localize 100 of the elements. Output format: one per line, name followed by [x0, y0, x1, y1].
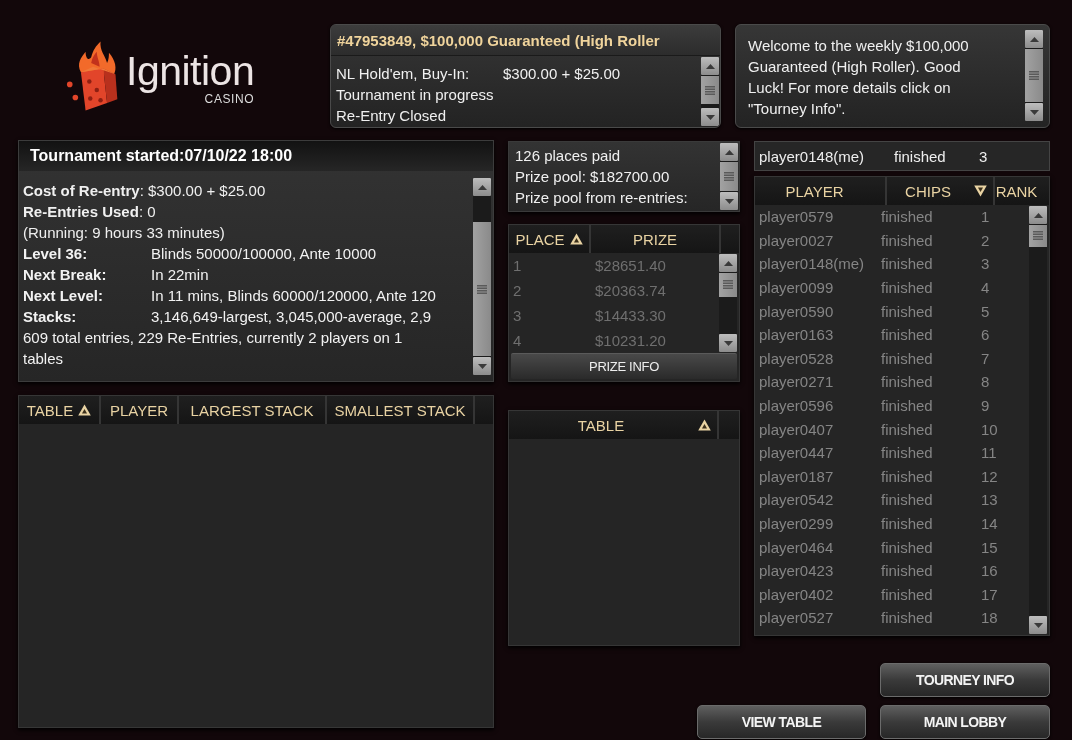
scrollbar-thumb[interactable]: [473, 222, 491, 356]
chips-cell-text: finished: [881, 279, 934, 297]
rank-cell-text: 17: [981, 585, 999, 603]
scrollbar-thumb[interactable]: [1025, 49, 1043, 102]
player-name: player0148(me): [759, 147, 866, 165]
scrollbar[interactable]: [473, 178, 491, 375]
welcome-message: Welcome to the weekly $100,000 Guaranteed (High Roller). Good Luck! For more details click on "Tourney Info".: [748, 36, 970, 119]
column-header[interactable]: PLACE: [509, 225, 589, 253]
column-header[interactable]: PLAYER: [755, 177, 885, 205]
view-table-button[interactable]: VIEW TABLE: [697, 705, 866, 739]
rank-cell-text: 2: [981, 231, 991, 249]
scroll-up-button[interactable]: [1025, 30, 1043, 48]
player-name-cell-text: player0407: [759, 420, 835, 438]
rank-cell-text: 7: [981, 349, 991, 367]
chips-cell-text: finished: [881, 231, 934, 249]
player-name-cell-text: player0447: [759, 444, 835, 462]
scrollbar[interactable]: [1025, 30, 1043, 121]
prize-summary-line: Prize pool from re-entries:: [515, 188, 689, 208]
caret-up-icon: [1029, 36, 1039, 42]
rank-cell-text: 6: [981, 326, 991, 344]
scrollbar[interactable]: [701, 57, 719, 126]
chips-cell-text: finished: [881, 255, 934, 273]
column-header[interactable]: PRIZE: [591, 225, 719, 253]
info-line: Cost of Re-entry: $300.00 + $25.00: [23, 181, 267, 201]
caret-up-icon: [724, 149, 734, 155]
scrollbar[interactable]: [1029, 206, 1047, 634]
prize-cell-text: $20363.74: [595, 282, 667, 299]
scrollbar-thumb[interactable]: [719, 273, 737, 297]
info-line: (Running: 9 hours 33 minutes): [23, 223, 226, 243]
logo-tagline: CASINO: [204, 92, 255, 106]
detail-label: Stacks:: [23, 307, 78, 327]
caret-up-icon: [705, 63, 715, 69]
info-value: $300.00 + $25.00: [503, 64, 622, 84]
player-name-cell-text: player0528: [759, 349, 835, 367]
chips-cell-text: finished: [881, 420, 934, 438]
prize-cell-text: $28651.40: [595, 257, 667, 274]
rank-cell-text: 14: [981, 515, 999, 532]
scrollbar-thumb[interactable]: [720, 162, 738, 191]
detail-value: In 11 mins, Blinds 60000/120000, Ante 120: [151, 286, 437, 306]
player-name-cell-text: player0163: [759, 326, 835, 344]
detail-value: Blinds 50000/100000, Ante 10000: [151, 244, 378, 264]
grip-lines-icon: [724, 172, 734, 181]
column-header[interactable]: RANK: [995, 177, 1049, 205]
scroll-down-button[interactable]: [720, 192, 738, 210]
rank-cell-text: 1: [981, 208, 991, 226]
caret-down-icon: [1029, 109, 1039, 115]
rank-cell-text: 18: [981, 609, 999, 627]
scroll-up-button[interactable]: [719, 254, 737, 272]
rank-cell-text: 11: [981, 444, 998, 462]
column-header[interactable]: TABLE: [509, 411, 717, 439]
empty-column-header: [475, 396, 493, 424]
prize-summary-line: 126 places paid: [515, 146, 622, 166]
column-header[interactable]: LARGEST STACK: [179, 396, 325, 424]
rank-cell-text: 15: [981, 538, 999, 556]
scrollbar-thumb[interactable]: [1029, 225, 1047, 247]
detail-value: In 22min: [151, 265, 210, 285]
player-name-cell-text: player0187: [759, 467, 835, 485]
rank-cell-text: 16: [981, 562, 999, 580]
prize-cell-text: $10231.20: [595, 332, 667, 349]
scrollbar[interactable]: [720, 143, 738, 210]
player-name-cell-text: player0299: [759, 515, 835, 532]
scroll-down-button[interactable]: [1029, 616, 1047, 634]
chips-cell-text: finished: [881, 302, 934, 320]
detail-value: 3,146,649-largest, 3,045,000-average, 2,9: [151, 307, 433, 327]
prize-info-button[interactable]: PRIZE INFO: [511, 353, 737, 379]
scroll-down-button[interactable]: [473, 357, 491, 375]
rank-cell-text: 12: [981, 467, 999, 485]
info-line: Re-Entries Used: 0: [23, 202, 157, 222]
place-cell-text: 3: [513, 307, 523, 324]
chips-cell-text: finished: [881, 515, 934, 532]
grip-lines-icon: [1029, 71, 1039, 80]
main-lobby-button[interactable]: MAIN LOBBY: [880, 705, 1050, 739]
scroll-down-button[interactable]: [1025, 103, 1043, 121]
scroll-up-button[interactable]: [473, 178, 491, 196]
scroll-up-button[interactable]: [1029, 206, 1047, 224]
rank-cell-text: 3: [981, 255, 991, 273]
column-header[interactable]: PLAYER: [101, 396, 177, 424]
detail-label: Next Break:: [23, 265, 108, 285]
caret-down-icon: [723, 340, 733, 346]
player-name-cell-text: player0542: [759, 491, 835, 509]
column-header[interactable]: CHIPS: [887, 177, 993, 205]
column-header[interactable]: SMALLEST STACK: [327, 396, 473, 424]
scroll-down-button[interactable]: [719, 334, 737, 352]
rank-cell-text: 9: [981, 397, 991, 415]
player-name-cell-text: player0148(me): [759, 255, 866, 273]
player-name-cell-text: player0402: [759, 585, 835, 603]
player-name-cell-text: player0423: [759, 562, 835, 580]
scroll-down-button[interactable]: [701, 108, 719, 126]
chips-cell-text: finished: [881, 467, 934, 485]
rank-cell-text: 8: [981, 373, 991, 391]
prize-cell-text: $14433.30: [595, 307, 667, 324]
tourney-info-button[interactable]: TOURNEY INFO: [880, 663, 1050, 697]
player-status: finished: [894, 147, 947, 165]
scrollbar-thumb[interactable]: [701, 76, 719, 105]
scroll-up-button[interactable]: [720, 143, 738, 161]
column-header[interactable]: TABLE: [19, 396, 99, 424]
scroll-up-button[interactable]: [701, 57, 719, 75]
chips-cell-text: finished: [881, 397, 934, 415]
scrollbar[interactable]: [719, 254, 737, 352]
chips-cell-text: finished: [881, 538, 934, 556]
